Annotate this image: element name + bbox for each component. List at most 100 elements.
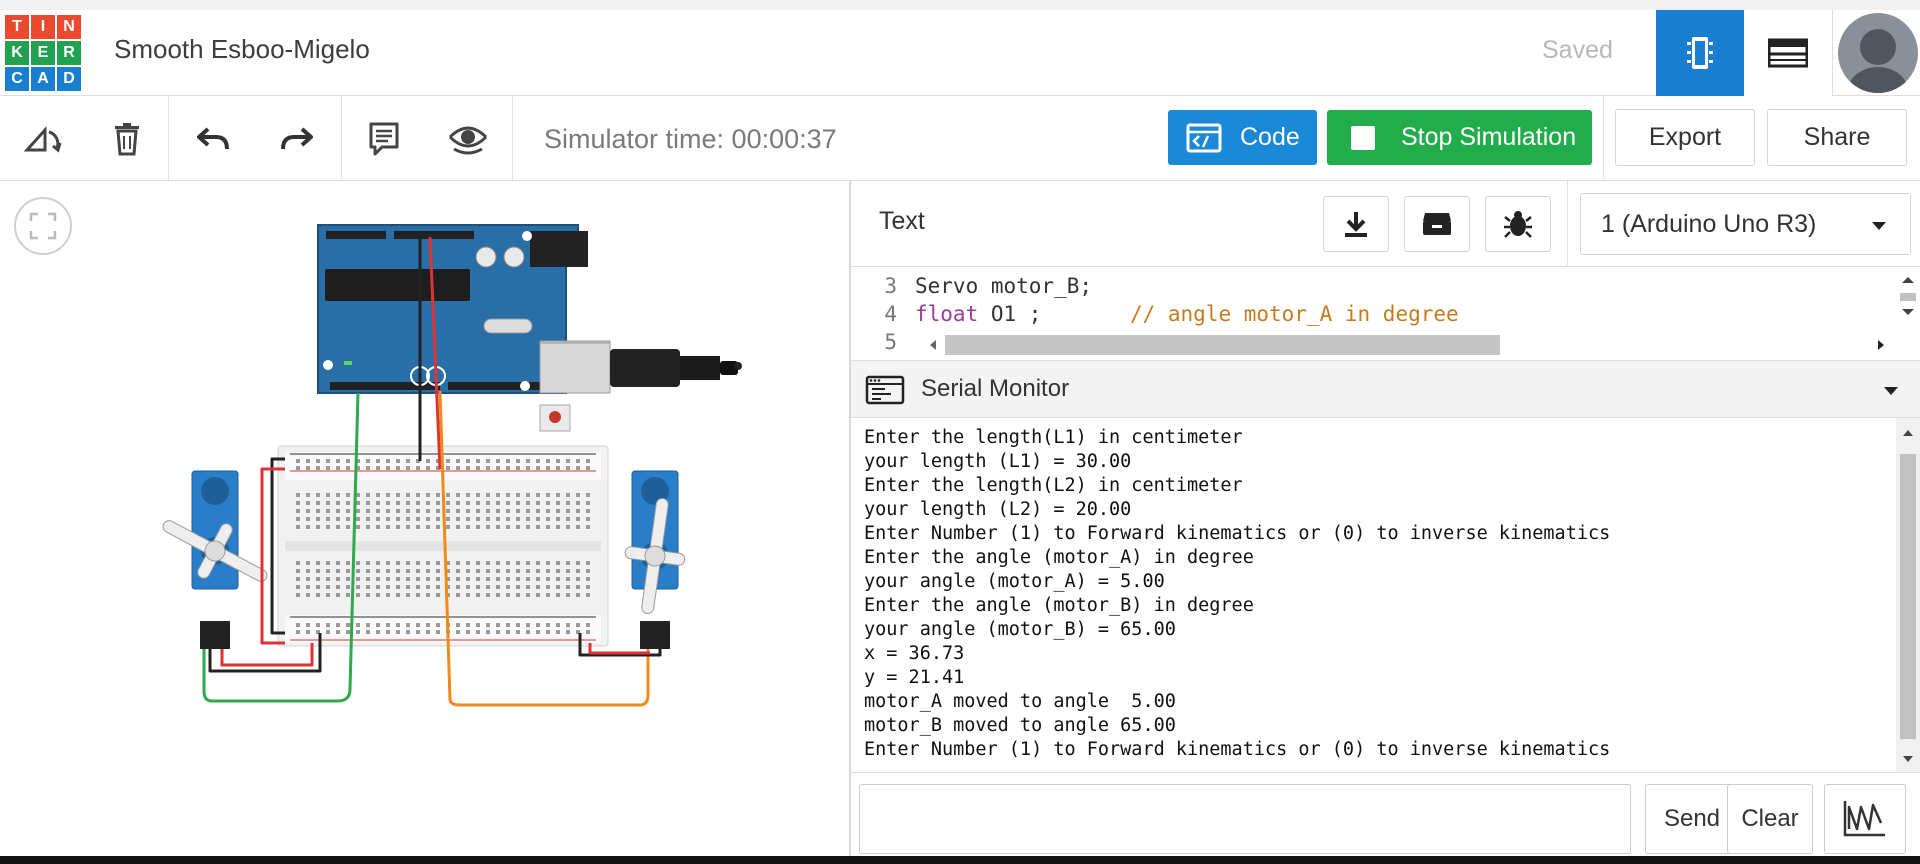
breadboard-hole — [316, 466, 320, 470]
circuit-canvas[interactable] — [0, 181, 849, 864]
editor-mode-dropdown[interactable]: Text — [879, 207, 925, 236]
graph-toggle-button[interactable] — [1824, 784, 1906, 854]
code-horizontal-scrollbar[interactable] — [925, 333, 1889, 357]
breadboard-hole — [356, 525, 360, 529]
breadboard-hole — [556, 569, 560, 573]
breadboard-hole — [406, 517, 410, 521]
breadboard-hole — [456, 525, 460, 529]
breadboard-hole — [366, 569, 370, 573]
notes-button[interactable] — [359, 114, 409, 164]
breadboard-hole — [506, 509, 510, 513]
code-line: 3 Servo motor_B; — [851, 272, 1891, 300]
visibility-button[interactable] — [443, 114, 493, 164]
breadboard-hole — [376, 585, 380, 589]
project-title[interactable]: Smooth Esboo-Migelo — [114, 34, 370, 65]
breadboard-hole — [486, 623, 490, 627]
breadboard-hole — [456, 459, 460, 463]
breadboard-hole — [496, 525, 500, 529]
toolbar-separator — [168, 96, 169, 181]
breadboard-hole — [316, 493, 320, 497]
breadboard-hole — [426, 509, 430, 513]
breadboard-hole — [436, 623, 440, 627]
chevron-down-icon[interactable] — [1884, 387, 1898, 395]
libraries-button[interactable] — [1404, 196, 1470, 252]
circuit-drawing — [162, 224, 742, 707]
serial-scrollbar[interactable] — [1896, 418, 1920, 772]
breadboard-hole — [576, 593, 580, 597]
serial-output-line: your angle (motor_A) = 5.00 — [864, 571, 1165, 592]
breadboard-hole — [296, 493, 300, 497]
breadboard-hole — [376, 459, 380, 463]
breadboard-hole — [386, 585, 390, 589]
clear-button[interactable]: Clear — [1727, 784, 1813, 854]
breadboard-hole — [366, 585, 370, 589]
serial-monitor-header[interactable]: Serial Monitor — [851, 360, 1920, 418]
breadboard-hole — [546, 577, 550, 581]
breadboard-hole — [476, 593, 480, 597]
undo-button[interactable] — [188, 114, 238, 164]
breadboard-hole — [486, 593, 490, 597]
breadboard-hole — [466, 561, 470, 565]
breadboard-hole — [496, 569, 500, 573]
code-button[interactable]: Code — [1168, 110, 1317, 165]
export-button[interactable]: Export — [1615, 109, 1755, 166]
breadboard-hole — [576, 585, 580, 589]
serial-input-field[interactable] — [859, 784, 1631, 854]
breadboard-hole — [586, 466, 590, 470]
breadboard-hole — [516, 493, 520, 497]
breadboard-hole — [296, 466, 300, 470]
user-avatar[interactable] — [1838, 13, 1918, 93]
code-editor[interactable]: 3 Servo motor_B; 4 float O1 ; // angle m… — [851, 269, 1920, 360]
serial-output-line: motor_B moved to angle 65.00 — [864, 715, 1176, 736]
breadboard-hole — [356, 569, 360, 573]
breadboard-hole — [476, 585, 480, 589]
board-select-dropdown[interactable]: 1 (Arduino Uno R3) — [1580, 193, 1911, 255]
breadboard-hole — [476, 577, 480, 581]
component-list-button[interactable] — [1744, 10, 1832, 96]
header-bar: TINKERCAD Smooth Esboo-Migelo Saved — [0, 0, 1920, 96]
servo-right[interactable] — [617, 470, 693, 649]
breadboard-hole — [556, 623, 560, 627]
tinkercad-logo[interactable]: TINKERCAD — [4, 14, 82, 92]
share-button[interactable]: Share — [1767, 109, 1907, 166]
breadboard-hole — [426, 585, 430, 589]
debugger-button[interactable] — [1485, 196, 1551, 252]
breadboard-hole — [316, 459, 320, 463]
line-number: 5 — [884, 330, 897, 354]
rotate-button[interactable] — [18, 114, 68, 164]
scrollbar-thumb[interactable] — [945, 335, 1500, 355]
scrollbar-thumb[interactable] — [1900, 454, 1916, 739]
breadboard-hole — [486, 525, 490, 529]
code-vertical-scrollbar[interactable] — [1896, 269, 1920, 333]
breadboard-hole — [586, 525, 590, 529]
send-button[interactable]: Send — [1645, 784, 1739, 854]
code-text: Servo motor_B; — [915, 274, 1093, 298]
breadboard-hole — [496, 509, 500, 513]
breadboard-hole — [506, 593, 510, 597]
breadboard-hole — [566, 459, 570, 463]
stop-simulation-button[interactable]: Stop Simulation — [1327, 110, 1592, 165]
breadboard-hole — [486, 630, 490, 634]
breadboard-hole — [546, 517, 550, 521]
circuit-view-button[interactable] — [1656, 10, 1744, 96]
breadboard-hole — [556, 459, 560, 463]
breadboard-hole — [446, 517, 450, 521]
breadboard-hole — [366, 517, 370, 521]
arduino-uno-board[interactable] — [317, 224, 611, 432]
serial-output-line: Enter the length(L2) in centimeter — [864, 475, 1243, 496]
breadboard-hole — [546, 561, 550, 565]
logo-letter: E — [30, 40, 56, 66]
breadboard-hole — [406, 459, 410, 463]
breadboard-hole — [526, 585, 530, 589]
breadboard-hole — [486, 459, 490, 463]
breadboard-hole — [496, 585, 500, 589]
delete-button[interactable] — [102, 114, 152, 164]
logo-letter: R — [56, 40, 82, 66]
redo-button[interactable] — [272, 114, 322, 164]
breadboard-hole — [326, 459, 330, 463]
breadboard-hole — [306, 569, 310, 573]
breadboard-hole — [346, 630, 350, 634]
toolbar-separator — [512, 96, 513, 181]
breadboard-hole — [306, 525, 310, 529]
download-code-button[interactable] — [1323, 196, 1389, 252]
